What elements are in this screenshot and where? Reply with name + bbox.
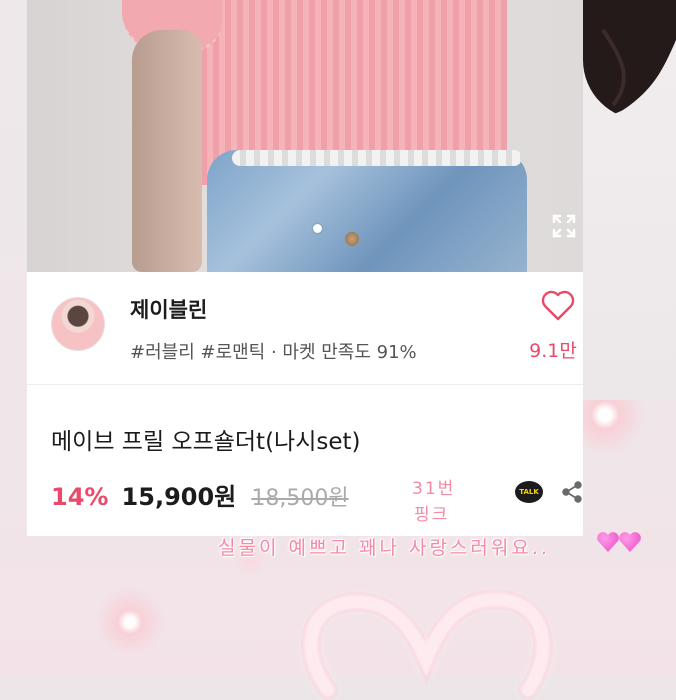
product-card: 제이블린 #러블리 #로맨틱 · 마켓 만족도 91% 9.1만 메이브 프릴 … (27, 272, 583, 536)
comment-annotation: 실물이 예쁘고 꽤나 사랑스러워요.. (218, 537, 550, 559)
arm (132, 30, 202, 272)
original-price: 18,500원 (251, 486, 349, 511)
like-button[interactable]: 9.1만 (529, 290, 584, 363)
jeans-button (345, 232, 359, 246)
share-icon[interactable] (560, 480, 584, 504)
kakao-talk-icon[interactable]: TALK (515, 481, 543, 503)
number-annotation: 31번 (412, 479, 456, 499)
discount-rate: 14% (51, 483, 109, 511)
expand-icon[interactable] (550, 212, 578, 240)
like-count: 9.1만 (529, 340, 577, 362)
carousel-indicator-dot[interactable] (313, 224, 322, 233)
shop-tags-satisfaction: #러블리 #로맨틱 · 마켓 만족도 91% (130, 342, 417, 363)
heart-emoji-group (596, 530, 640, 558)
decorative-heart-icon (300, 589, 553, 700)
shop-name[interactable]: 제이블린 (130, 294, 207, 324)
denim-frayed-edge (232, 150, 522, 166)
sale-price: 15,900원 (121, 483, 237, 511)
heart-outline-icon[interactable] (541, 290, 575, 322)
price-row: 14% 15,900원 18,500원 (51, 477, 349, 511)
shop-info-row[interactable]: 제이블린 #러블리 #로맨틱 · 마켓 만족도 91% 9.1만 (27, 272, 583, 385)
color-annotation: 핑크 (414, 505, 450, 525)
shop-avatar[interactable] (51, 297, 105, 351)
heart-emoji-icon (618, 530, 642, 554)
product-title: 메이브 프릴 오프숄더t(나시set) (51, 429, 361, 455)
product-photo[interactable] (27, 0, 583, 272)
denim-shorts (207, 150, 527, 272)
heart-emoji-icon (596, 530, 620, 554)
